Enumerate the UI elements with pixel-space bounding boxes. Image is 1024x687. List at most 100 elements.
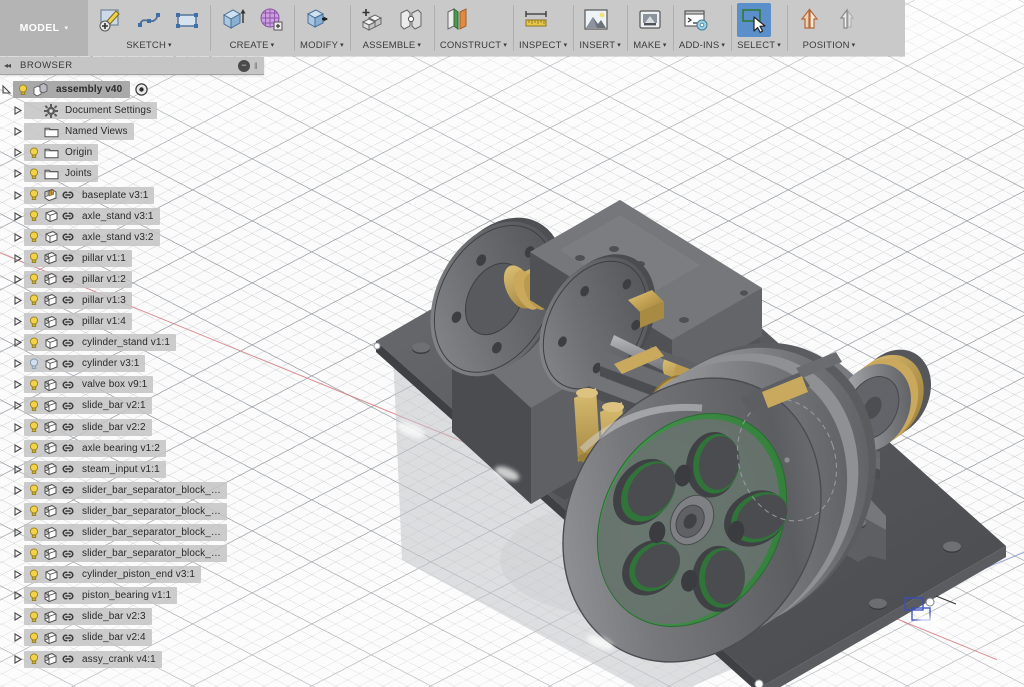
toolbar-group-label[interactable]: CREATE ▾: [216, 39, 288, 51]
tree-item[interactable]: Named Views: [24, 123, 134, 141]
tree-row[interactable]: axle bearing v1:2: [0, 438, 264, 459]
lightbulb-on-icon[interactable]: [26, 567, 42, 583]
tree-item[interactable]: slider_bar_separator_block_…: [24, 481, 227, 499]
toolbar-group-label[interactable]: CONSTRUCT ▾: [440, 39, 507, 51]
tree-row[interactable]: slider_bar_separator_block_…: [0, 522, 264, 543]
lightbulb-on-icon[interactable]: [26, 398, 42, 414]
tree-row[interactable]: slider_bar_separator_block_…: [0, 501, 264, 522]
tree-row[interactable]: slider_bar_separator_block_…: [0, 543, 264, 564]
expander-collapsed-icon[interactable]: [11, 464, 24, 475]
expander-collapsed-icon[interactable]: [11, 632, 24, 643]
toolbar-group-label[interactable]: ADD-INS ▾: [679, 39, 725, 51]
tree-item[interactable]: pillar v1:2: [24, 270, 132, 288]
toolbar-group-label[interactable]: INSERT ▾: [579, 39, 621, 51]
tree-item[interactable]: slide_bar v2:1: [24, 397, 152, 415]
view-target-icon[interactable]: [134, 82, 149, 97]
expander-collapsed-icon[interactable]: [11, 232, 24, 243]
collapse-left-icon[interactable]: ◂◂: [4, 61, 18, 70]
tree-item[interactable]: axle_stand v3:2: [24, 228, 160, 246]
tree-item[interactable]: cylinder v3:1: [24, 355, 146, 373]
expander-collapsed-icon[interactable]: [11, 654, 24, 665]
tree-row[interactable]: steam_input v1:1: [0, 459, 264, 480]
tree-item[interactable]: steam_input v1:1: [24, 460, 166, 478]
tree-item[interactable]: Origin: [24, 144, 99, 162]
toolbar-group-label[interactable]: SELECT ▾: [737, 39, 781, 51]
toolbar-group-label[interactable]: ASSEMBLE ▾: [356, 39, 428, 51]
expander-collapsed-icon[interactable]: [11, 590, 24, 601]
tree-row[interactable]: valve box v9:1: [0, 374, 264, 395]
joint-icon[interactable]: [394, 3, 428, 37]
expander-collapsed-icon[interactable]: [11, 147, 24, 158]
tree-row[interactable]: slide_bar v2:3: [0, 606, 264, 627]
lightbulb-off-icon[interactable]: [26, 356, 42, 372]
expander-collapsed-icon[interactable]: [11, 190, 24, 201]
tree-row[interactable]: Document Settings: [0, 100, 264, 121]
tree-row[interactable]: pillar v1:4: [0, 311, 264, 332]
expander-collapsed-icon[interactable]: [11, 358, 24, 369]
tree-row[interactable]: pillar v1:1: [0, 248, 264, 269]
lightbulb-on-icon[interactable]: [26, 461, 42, 477]
tree-row[interactable]: pillar v1:3: [0, 290, 264, 311]
lightbulb-on-icon[interactable]: [26, 630, 42, 646]
tree-row[interactable]: cylinder_piston_end v3:1: [0, 564, 264, 585]
tree-row[interactable]: slider_bar_separator_block_…: [0, 480, 264, 501]
tree-row[interactable]: axle_stand v3:1: [0, 206, 264, 227]
tree-item[interactable]: cylinder_piston_end v3:1: [24, 566, 202, 584]
tree-item[interactable]: slider_bar_separator_block_…: [24, 545, 227, 563]
tree-item[interactable]: slide_bar v2:3: [24, 608, 152, 626]
tree-row[interactable]: cylinder_stand v1:1: [0, 332, 264, 353]
tree-item[interactable]: cylinder_stand v1:1: [24, 334, 177, 352]
minimize-icon[interactable]: −: [238, 59, 250, 72]
insert-mcmaster-icon[interactable]: [579, 3, 613, 37]
expander-expanded-icon[interactable]: [0, 84, 13, 95]
tree-row[interactable]: Named Views: [0, 121, 264, 142]
tree-row[interactable]: pillar v1:2: [0, 269, 264, 290]
lightbulb-on-icon[interactable]: [26, 145, 42, 161]
tree-row[interactable]: assy_crank v4:1: [0, 649, 264, 670]
extrude-icon[interactable]: [216, 3, 250, 37]
tree-row[interactable]: slide_bar v2:1: [0, 395, 264, 416]
3d-print-icon[interactable]: [633, 3, 667, 37]
expander-collapsed-icon[interactable]: [11, 379, 24, 390]
expander-collapsed-icon[interactable]: [11, 126, 24, 137]
lightbulb-on-icon[interactable]: [26, 187, 42, 203]
toolbar-group-label[interactable]: MAKE ▾: [633, 39, 667, 51]
lightbulb-on-icon[interactable]: [26, 271, 42, 287]
measure-icon[interactable]: [519, 3, 553, 37]
spline-icon[interactable]: [132, 3, 166, 37]
tree-item[interactable]: slide_bar v2:4: [24, 629, 152, 647]
lightbulb-on-icon[interactable]: [26, 503, 42, 519]
tree-row[interactable]: baseplate v3:1: [0, 184, 264, 205]
toolbar-group-label[interactable]: SKETCH ▾: [94, 39, 204, 51]
lightbulb-on-icon[interactable]: [26, 335, 42, 351]
tree-item[interactable]: valve box v9:1: [24, 376, 154, 394]
tree-item[interactable]: slider_bar_separator_block_…: [24, 502, 227, 520]
lightbulb-on-icon[interactable]: [26, 166, 42, 182]
press-pull-icon[interactable]: [300, 3, 334, 37]
expander-collapsed-icon[interactable]: [11, 569, 24, 580]
expander-collapsed-icon[interactable]: [11, 337, 24, 348]
expander-collapsed-icon[interactable]: [11, 295, 24, 306]
expander-collapsed-icon[interactable]: [11, 422, 24, 433]
expander-collapsed-icon[interactable]: [11, 316, 24, 327]
tree-row[interactable]: cylinder v3:1: [0, 353, 264, 374]
scripts-addins-icon[interactable]: [679, 3, 713, 37]
lightbulb-on-icon[interactable]: [26, 482, 42, 498]
tree-item[interactable]: pillar v1:4: [24, 313, 132, 331]
lightbulb-on-icon[interactable]: [26, 588, 42, 604]
lightbulb-on-icon[interactable]: [26, 250, 42, 266]
tree-item[interactable]: axle_stand v3:1: [24, 207, 160, 225]
tree-item[interactable]: piston_bearing v1:1: [24, 587, 178, 605]
lightbulb-on-icon[interactable]: [26, 440, 42, 456]
tree-item[interactable]: slide_bar v2:2: [24, 418, 152, 436]
select-window-icon[interactable]: [737, 3, 772, 37]
tree-item[interactable]: Joints: [24, 165, 98, 183]
expander-collapsed-icon[interactable]: [11, 211, 24, 222]
expander-collapsed-icon[interactable]: [11, 527, 24, 538]
tree-row[interactable]: Origin: [0, 142, 264, 163]
offset-plane-icon[interactable]: [440, 3, 474, 37]
expander-collapsed-icon[interactable]: [11, 485, 24, 496]
expander-collapsed-icon[interactable]: [11, 168, 24, 179]
toolbar-group-label[interactable]: INSPECT ▾: [519, 39, 567, 51]
lightbulb-on-icon[interactable]: [26, 609, 42, 625]
